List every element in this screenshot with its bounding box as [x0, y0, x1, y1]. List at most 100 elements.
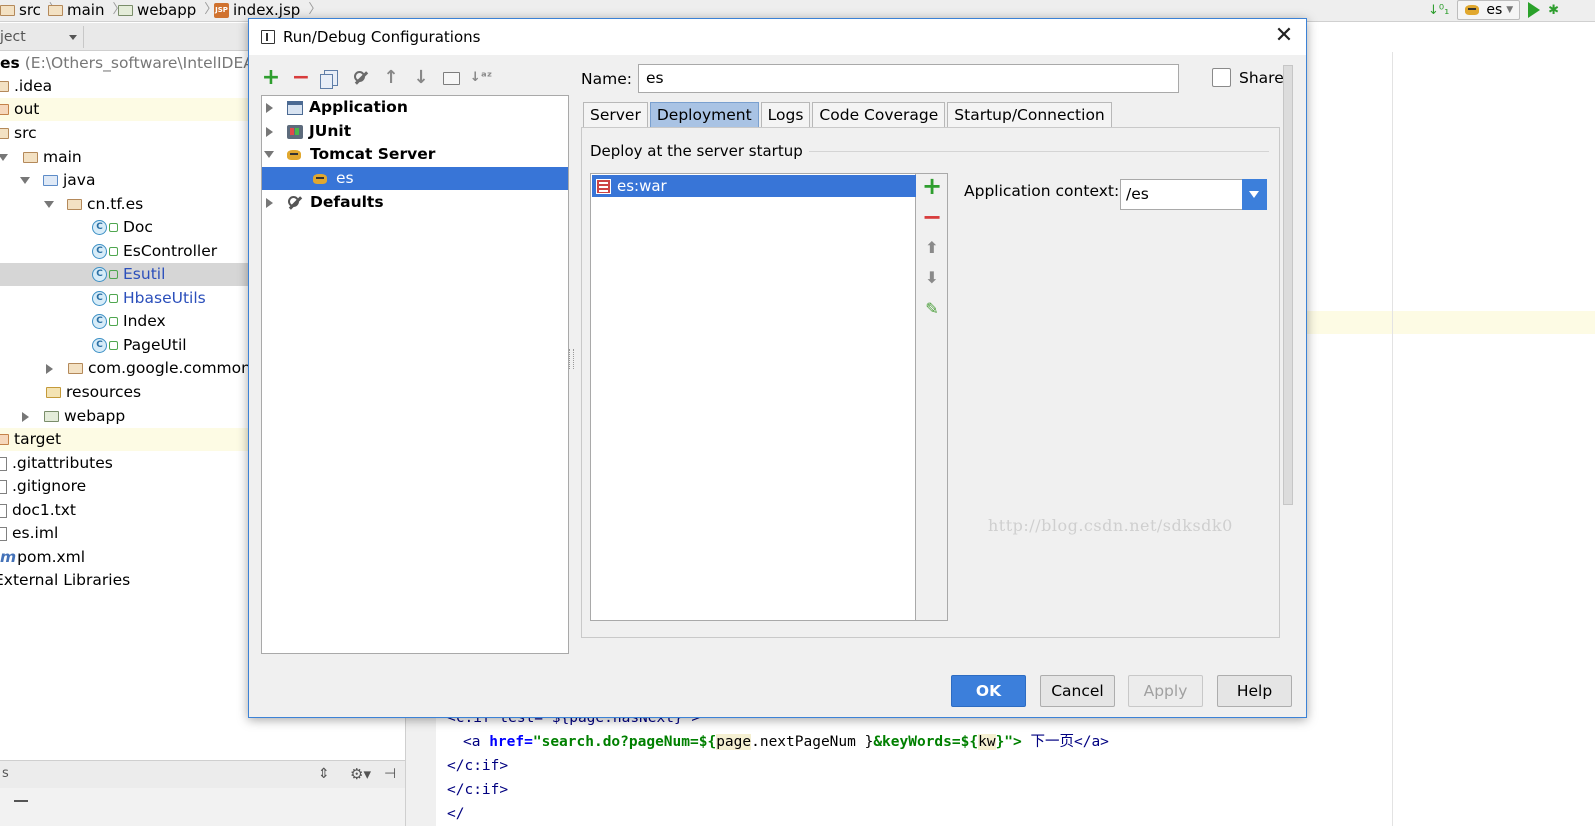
tree-item-main[interactable]: main	[0, 146, 82, 169]
lock-icon	[109, 341, 118, 350]
tree-item-gitignore[interactable]: .gitignore	[0, 475, 86, 498]
name-input[interactable]: es	[638, 64, 1179, 93]
close-button[interactable]: ✕	[1272, 25, 1296, 49]
chevron-down-icon: ▼	[1506, 5, 1514, 15]
hide-panel-icon[interactable]: ⊣	[384, 761, 396, 787]
tab-logs[interactable]: Logs	[760, 102, 811, 128]
file-icon	[0, 479, 7, 494]
tree-item-escontroller[interactable]: C EsController	[92, 240, 217, 263]
sort-icon[interactable]: ↓ᵃᶻ	[470, 67, 492, 89]
tree-item-pom-xml[interactable]: m pom.xml	[0, 546, 85, 569]
collapse-arrow-icon[interactable]	[46, 363, 53, 374]
deployment-artifact-list[interactable]: es:war	[590, 173, 916, 621]
scrollbar-thumb[interactable]	[1283, 65, 1293, 505]
collapse-all-icon[interactable]: ⇕	[318, 761, 330, 787]
sort-icon[interactable]: ↓⁰₁	[1428, 3, 1449, 18]
tree-item-index[interactable]: C Index	[92, 310, 166, 333]
tree-item-target[interactable]: target	[0, 428, 248, 451]
tree-item-doc[interactable]: C Doc	[92, 216, 153, 239]
vertical-scrollbar[interactable]	[1281, 65, 1295, 655]
code-line: </c:if>	[447, 782, 509, 798]
application-context-combo[interactable]: /es	[1120, 179, 1267, 210]
add-configuration-icon[interactable]: +	[261, 67, 281, 89]
splitter-handle[interactable]	[569, 349, 574, 369]
expand-arrow-icon[interactable]	[20, 177, 30, 184]
run-configuration-combo[interactable]: es ▼	[1457, 0, 1521, 20]
tree-item-pageutil[interactable]: C PageUtil	[92, 334, 187, 357]
share-checkbox[interactable]	[1212, 68, 1231, 87]
tree-item-resources[interactable]: resources	[46, 381, 141, 404]
edit-pencil-icon[interactable]: ✎	[922, 299, 942, 319]
tree-item-idea[interactable]: .idea	[0, 75, 52, 98]
gear-icon[interactable]: ⚙▾	[350, 761, 371, 787]
watermark: http://blog.csdn.net/sdksdk0	[988, 516, 1233, 535]
lock-icon	[109, 294, 118, 303]
text-file-icon	[0, 503, 7, 518]
collapse-arrow-icon[interactable]	[266, 126, 273, 137]
collapse-arrow-icon[interactable]	[22, 411, 29, 422]
debug-icon[interactable]: ✱	[1548, 3, 1559, 18]
tree-item-gitattributes[interactable]: .gitattributes	[0, 452, 113, 475]
module-file-icon	[0, 526, 7, 541]
tree-item-webapp[interactable]: webapp	[22, 405, 125, 428]
tree-item-root[interactable]: es (E:\Others_software\IntelIDEA\wo	[0, 52, 281, 75]
expand-arrow-icon[interactable]	[44, 201, 54, 208]
remove-artifact-icon[interactable]: −	[922, 205, 942, 229]
config-item-junit[interactable]: JUnit	[262, 120, 568, 143]
config-item-defaults[interactable]: Defaults	[262, 191, 568, 214]
artifact-item[interactable]: es:war	[592, 175, 916, 197]
config-item-application[interactable]: Application	[262, 96, 568, 119]
edit-defaults-icon[interactable]	[351, 67, 371, 89]
code-line: </	[447, 806, 465, 822]
dialog-title-bar[interactable]: Run/Debug Configurations ✕	[249, 19, 1306, 55]
config-item-tomcat-server[interactable]: Tomcat Server	[262, 143, 568, 166]
tree-item-esutil[interactable]: C Esutil	[0, 263, 248, 286]
remove-configuration-icon[interactable]: −	[291, 67, 311, 89]
copy-configuration-icon[interactable]	[320, 67, 341, 89]
tree-item-package[interactable]: cn.tf.es	[44, 193, 143, 216]
tab-server[interactable]: Server	[583, 102, 648, 128]
move-down-icon[interactable]: ↓	[411, 67, 431, 89]
breadcrumb-webapp[interactable]: webapp 〉	[118, 0, 217, 20]
class-icon: C	[92, 267, 107, 282]
minimize-icon[interactable]	[14, 800, 28, 802]
tree-item-external-libraries[interactable]: External Libraries	[0, 569, 130, 592]
tab-startup-connection[interactable]: Startup/Connection	[947, 102, 1112, 128]
expand-arrow-icon[interactable]	[264, 151, 274, 158]
breadcrumb-main[interactable]: main〉	[48, 0, 126, 20]
apply-button[interactable]: Apply	[1128, 675, 1203, 707]
tree-item-es-iml[interactable]: es.iml	[0, 522, 58, 545]
project-view-combo[interactable]: ject	[0, 26, 84, 48]
tree-item-java[interactable]: java	[20, 169, 95, 192]
cancel-button[interactable]: Cancel	[1040, 675, 1115, 707]
tree-item-com-google[interactable]: com.google.common.	[46, 357, 256, 380]
tab-deployment[interactable]: Deployment	[649, 102, 759, 128]
tree-item-hbaseutils[interactable]: C HbaseUtils	[92, 287, 206, 310]
config-item-es[interactable]: es	[262, 167, 568, 190]
expand-arrow-icon[interactable]	[0, 154, 8, 161]
chevron-down-icon[interactable]	[1242, 179, 1267, 210]
package-icon	[68, 363, 83, 374]
code-line: <a href="search.do?pageNum=${page.nextPa…	[463, 734, 1109, 750]
ok-button[interactable]: OK	[951, 675, 1026, 707]
collapse-arrow-icon[interactable]	[266, 102, 273, 113]
class-icon: C	[92, 291, 107, 306]
move-up-icon[interactable]: ↑	[381, 67, 401, 89]
folder-icon	[0, 128, 9, 139]
tree-item-doc1-txt[interactable]: doc1.txt	[0, 499, 76, 522]
move-up-icon[interactable]: ⬆	[922, 238, 942, 258]
tab-code-coverage[interactable]: Code Coverage	[812, 102, 946, 128]
move-down-icon[interactable]: ⬇	[922, 268, 942, 288]
add-artifact-icon[interactable]: +	[922, 174, 942, 198]
lock-icon	[109, 317, 118, 326]
excluded-folder-icon	[0, 434, 9, 445]
help-button[interactable]: Help	[1217, 675, 1292, 707]
run-icon[interactable]	[1528, 2, 1541, 18]
share-option[interactable]: Share	[1212, 68, 1284, 87]
collapse-arrow-icon[interactable]	[266, 197, 273, 208]
breadcrumb-index-jsp[interactable]: JSP index.jsp 〉	[214, 0, 321, 20]
intellij-icon	[261, 30, 275, 44]
folder-icon[interactable]	[441, 67, 461, 89]
tree-item-out[interactable]: out	[0, 98, 248, 121]
tree-item-src[interactable]: src	[0, 122, 37, 145]
